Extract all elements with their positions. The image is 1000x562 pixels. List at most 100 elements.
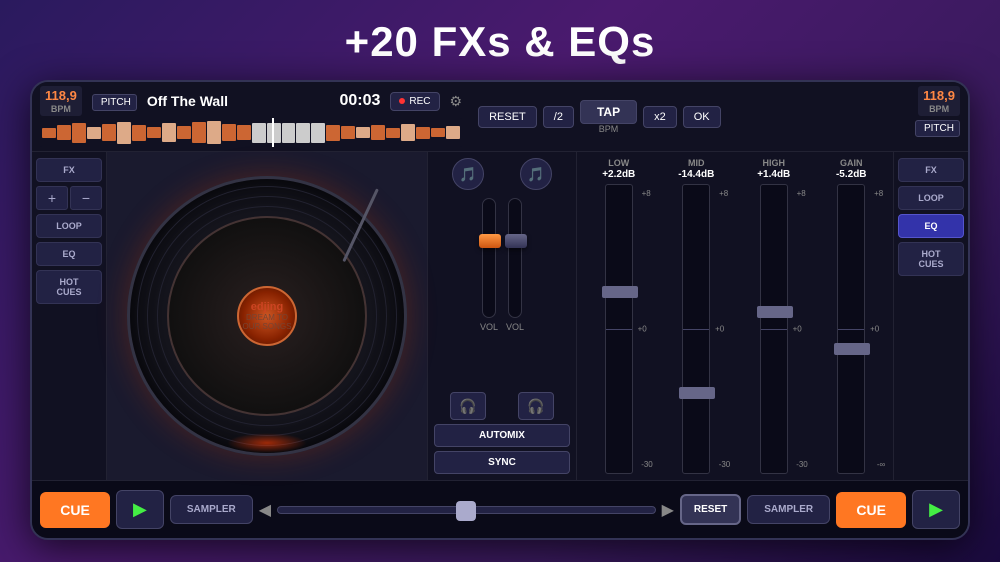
eq-mid-fader[interactable] — [682, 184, 710, 474]
bottom-bar: CUE ▶ SAMPLER ◀ ▶ RESET SAMPLER CUE ▶ — [32, 480, 968, 538]
mixer-icons: 🎵 🎵 — [434, 158, 570, 190]
sync-button[interactable]: SYNC — [434, 451, 570, 474]
eq-plus8-high: +8 — [797, 189, 806, 198]
tap-label: BPM — [599, 124, 619, 134]
eq-columns: LOW +2.2dB +8 +0 -30 MID -14 — [583, 158, 887, 474]
waveform-bar — [371, 125, 385, 140]
hot-cues-button-right[interactable]: HOT CUES — [898, 242, 964, 276]
headphone-button-left[interactable]: 🎧 — [450, 392, 486, 420]
eq-high-value: +1.4dB — [757, 169, 790, 180]
eq-gain-fader[interactable] — [837, 184, 865, 474]
waveform-bar — [446, 126, 460, 140]
ok-button[interactable]: OK — [683, 106, 721, 128]
waveform-bar — [162, 123, 176, 141]
crossfader-arrow-left[interactable]: ◀ — [259, 500, 271, 520]
turntable-area: edjing DREAM TO OUR SONGS — [107, 152, 427, 480]
minus-button-left[interactable]: − — [70, 186, 102, 210]
automix-button[interactable]: AUTOMIX — [434, 424, 570, 447]
eq-mid-handle — [679, 387, 715, 399]
fx-button-right[interactable]: FX — [898, 158, 964, 182]
crossfader-track[interactable] — [277, 506, 656, 514]
top-center-section: RESET /2 TAP BPM x2 OK — [470, 82, 749, 151]
eq-zero-line-gain — [838, 329, 864, 330]
waveform-bar — [102, 124, 116, 141]
eq-zero-line — [606, 329, 632, 330]
eq-zero-label: +0 — [638, 325, 647, 334]
eq-zero-gain: +0 — [870, 325, 879, 334]
headphone-button-right[interactable]: 🎧 — [518, 392, 554, 420]
cue-button-right[interactable]: CUE — [836, 492, 906, 528]
eq-zero-high: +0 — [793, 325, 802, 334]
turntable-brand: edjing — [251, 301, 283, 313]
sampler-button-right[interactable]: SAMPLER — [747, 495, 830, 524]
turntable-center: edjing DREAM TO OUR SONGS — [237, 286, 297, 346]
waveform-bar — [72, 123, 86, 143]
fader-area: VOL VOL — [434, 198, 570, 384]
top-left-section: 118,9 BPM PITCH Off The Wall 00:03 REC ⚙ — [32, 82, 470, 151]
main-area: FX + − LOOP EQ HOT CUES edji — [32, 152, 968, 480]
eq-high-handle — [757, 306, 793, 318]
eq-zero-line-high — [761, 329, 787, 330]
waveform-bar — [177, 126, 191, 140]
sampler-button-left[interactable]: SAMPLER — [170, 495, 253, 524]
loop-button-left[interactable]: LOOP — [36, 214, 102, 238]
reset-bottom-button[interactable]: RESET — [680, 494, 741, 525]
eq-high-label: HIGH — [763, 158, 786, 168]
eq-button-left[interactable]: EQ — [36, 242, 102, 266]
track-info-row: 118,9 BPM PITCH Off The Wall 00:03 REC ⚙ — [40, 86, 462, 116]
turntable-glow — [227, 433, 307, 453]
top-bar: 118,9 BPM PITCH Off The Wall 00:03 REC ⚙ — [32, 82, 968, 152]
waveform-bar — [326, 125, 340, 141]
fx-button-left[interactable]: FX — [36, 158, 102, 182]
turntable[interactable]: edjing DREAM TO OUR SONGS — [127, 176, 407, 456]
top-right-section: 118,9 BPM PITCH — [749, 82, 968, 151]
tap-button[interactable]: TAP — [580, 100, 637, 124]
add-button-left[interactable]: + — [36, 186, 68, 210]
waveform-bar — [42, 128, 56, 138]
play-button-right[interactable]: ▶ — [912, 490, 960, 529]
eq-button-right[interactable]: EQ — [898, 214, 964, 238]
headphone-icon-left[interactable]: 🎵 — [452, 158, 484, 190]
crossfader-arrow-right[interactable]: ▶ — [662, 500, 674, 520]
pitch-button-right[interactable]: PITCH — [915, 120, 960, 137]
pitch-button-left[interactable]: PITCH — [92, 94, 137, 111]
fader-col-right: VOL — [506, 198, 524, 384]
settings-icon[interactable]: ⚙ — [450, 93, 463, 110]
eq-minus30-mid: -30 — [719, 460, 731, 469]
loop-button-right[interactable]: LOOP — [898, 186, 964, 210]
hot-cues-button-left[interactable]: HOT CUES — [36, 270, 102, 304]
track-name: Off The Wall — [147, 93, 228, 109]
vol-label-left: VOL — [480, 322, 498, 332]
play-button-left[interactable]: ▶ — [116, 490, 164, 529]
waveform-bar — [356, 127, 370, 138]
eq-col-mid: MID -14.4dB +8 +0 -30 — [661, 158, 733, 474]
waveform-bar — [222, 124, 236, 141]
waveform-display — [40, 118, 462, 147]
waveform-bar — [431, 128, 445, 137]
divider-button[interactable]: /2 — [543, 106, 574, 128]
waveform-bar — [147, 127, 161, 138]
x2-button[interactable]: x2 — [643, 106, 677, 128]
left-panel: FX + − LOOP EQ HOT CUES — [32, 152, 107, 480]
eq-col-low: LOW +2.2dB +8 +0 -30 — [583, 158, 655, 474]
volume-fader-right[interactable] — [508, 198, 522, 318]
eq-plus8-mid: +8 — [719, 189, 728, 198]
eq-plus8-gain: +8 — [874, 189, 883, 198]
volume-fader-left[interactable] — [482, 198, 496, 318]
cue-button-left[interactable]: CUE — [40, 492, 110, 528]
eq-minus30-label: -30 — [641, 460, 653, 469]
eq-gain-handle — [834, 343, 870, 355]
eq-gain-value: -5.2dB — [836, 169, 867, 180]
headphone-icon-right[interactable]: 🎵 — [520, 158, 552, 190]
eq-high-fader[interactable] — [760, 184, 788, 474]
waveform-bar — [237, 125, 251, 140]
device-frame: 118,9 BPM PITCH Off The Wall 00:03 REC ⚙ — [30, 80, 970, 540]
rec-button[interactable]: REC — [390, 92, 439, 111]
reset-button[interactable]: RESET — [478, 106, 537, 128]
add-minus-row: + − — [36, 186, 102, 210]
waveform-bar — [252, 123, 266, 143]
waveform-bar — [282, 123, 296, 143]
bpm-display-right: 118,9 BPM — [918, 86, 960, 116]
turntable-inner: edjing DREAM TO OUR SONGS — [167, 216, 367, 416]
eq-low-fader[interactable] — [605, 184, 633, 474]
